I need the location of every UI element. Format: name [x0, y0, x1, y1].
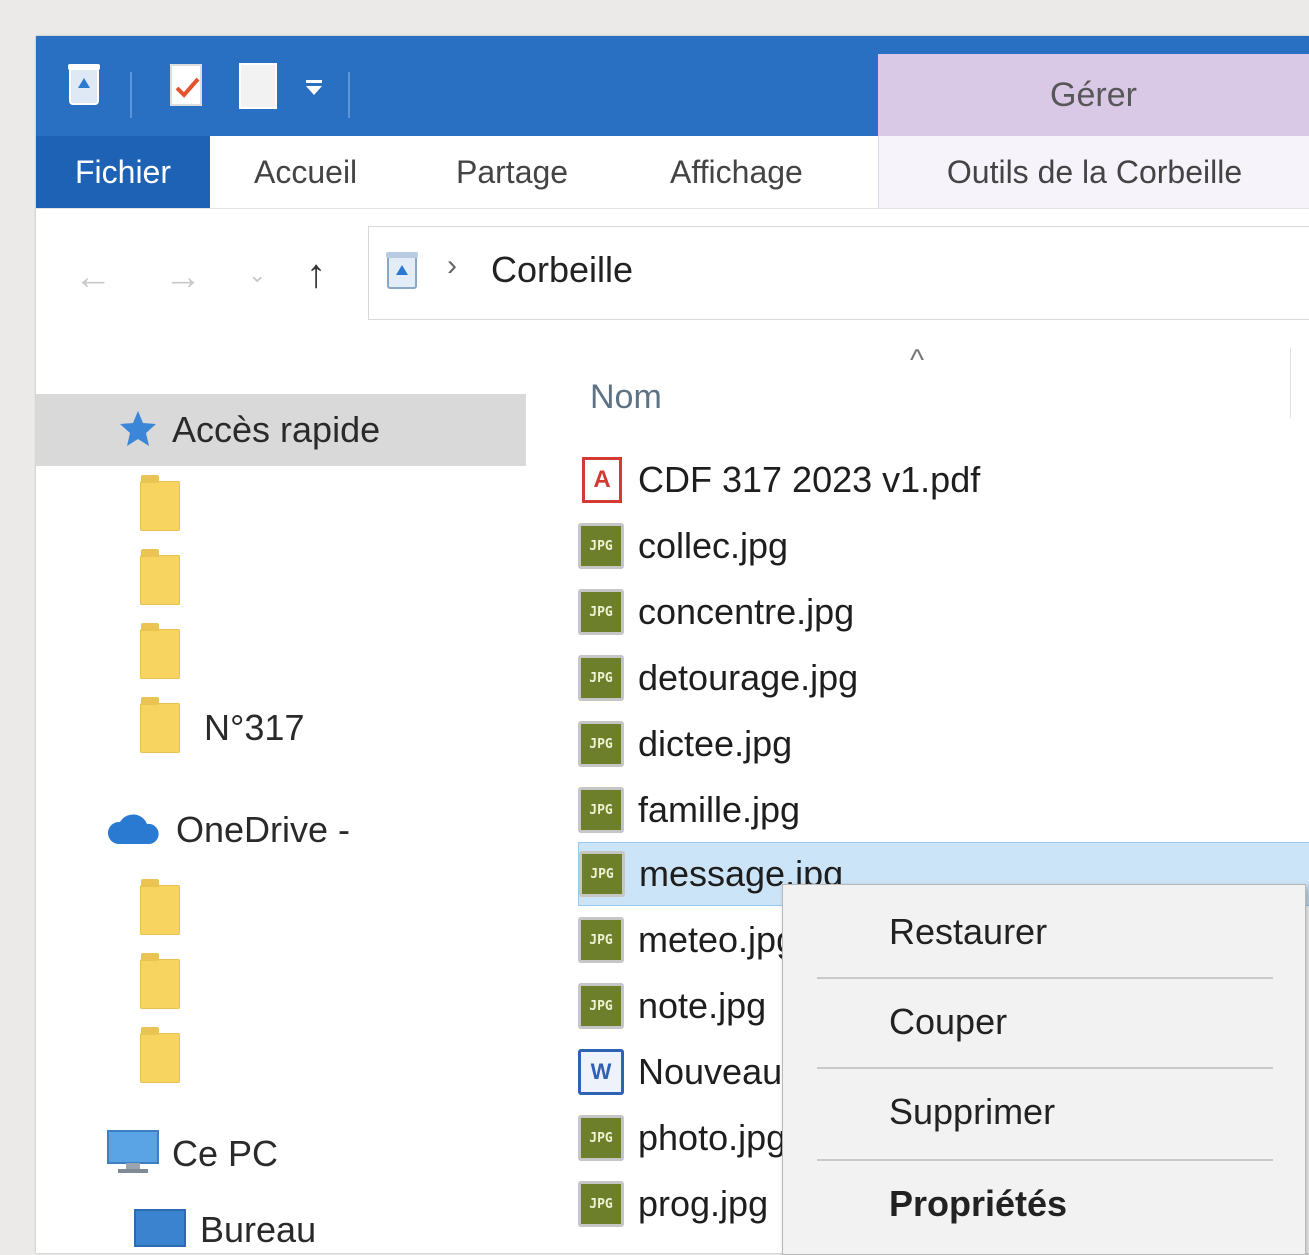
file-name: Nouveau [638, 1051, 783, 1092]
recycle-bin-icon [385, 251, 419, 296]
jpg-icon: JPG [578, 589, 624, 635]
sidebar-item-label: N°317 [204, 707, 305, 748]
forward-arrow-icon[interactable]: → [164, 256, 202, 299]
folder-icon [140, 623, 180, 679]
file-row[interactable]: JPG concentre.jpg [578, 580, 1309, 644]
menu-item-label: Restaurer [889, 911, 1048, 952]
jpg-icon: JPG [578, 983, 624, 1029]
jpg-icon: JPG [578, 721, 624, 767]
cloud-icon [106, 810, 162, 851]
sidebar-item-label: Ce PC [172, 1133, 279, 1174]
tab-affichage[interactable]: Affichage [670, 136, 803, 208]
breadcrumb-corbeille[interactable]: Corbeille [491, 249, 633, 291]
folder-icon [140, 475, 180, 531]
address-bar[interactable]: › Corbeille [368, 226, 1309, 320]
sidebar-item-label: Bureau [200, 1209, 317, 1250]
jpg-icon: JPG [578, 523, 624, 569]
breadcrumb-separator-icon: › [447, 249, 457, 282]
menu-item-restaurer[interactable]: Restaurer [783, 897, 1305, 967]
menu-separator [817, 977, 1273, 979]
file-name: photo.jpg [638, 1117, 787, 1158]
tab-recycle-bin-tools[interactable]: Outils de la Corbeille [878, 136, 1309, 208]
sidebar-item-desktop[interactable]: Bureau [36, 1194, 526, 1253]
sidebar-item-folder-n317[interactable]: N°317 [36, 692, 526, 764]
manage-tab[interactable]: Gérer [878, 54, 1309, 136]
back-arrow-icon[interactable]: ← [74, 256, 112, 299]
file-row[interactable]: JPG famille.jpg [578, 778, 1309, 842]
pdf-icon: A [582, 457, 622, 503]
folder-icon [140, 697, 180, 753]
file-name: collec.jpg [638, 525, 789, 566]
properties-icon[interactable] [168, 62, 206, 113]
file-row[interactable]: JPG detourage.jpg [578, 646, 1309, 710]
tab-accueil[interactable]: Accueil [254, 136, 357, 208]
jpg-icon: JPG [578, 655, 624, 701]
new-folder-icon[interactable] [238, 62, 278, 115]
sidebar-item-label: OneDrive - [176, 809, 351, 850]
file-name: famille.jpg [638, 789, 801, 830]
sidebar-item-onedrive[interactable]: OneDrive - [36, 794, 526, 866]
file-name: prog.jpg [638, 1183, 769, 1224]
menu-item-label: Propriétés [889, 1183, 1068, 1224]
file-row[interactable]: JPG dictee.jpg [578, 712, 1309, 776]
folder-icon [140, 1027, 180, 1083]
context-menu: Restaurer Couper Supprimer Propriétés [782, 884, 1306, 1255]
sidebar-item-folder[interactable] [36, 470, 526, 542]
file-name: dictee.jpg [638, 723, 793, 764]
folder-icon [140, 879, 180, 935]
tab-fichier[interactable]: Fichier [36, 136, 210, 208]
file-name: concentre.jpg [638, 591, 855, 632]
sidebar-item-folder[interactable] [36, 544, 526, 616]
menu-separator [817, 1067, 1273, 1069]
menu-item-supprimer[interactable]: Supprimer [783, 1077, 1305, 1147]
column-header-name[interactable]: Nom [590, 378, 662, 417]
up-arrow-icon[interactable]: ↑ [306, 252, 326, 297]
computer-icon [106, 1129, 160, 1180]
menu-item-label: Couper [889, 1001, 1008, 1042]
customize-dropdown-icon[interactable] [304, 80, 324, 101]
sidebar-item-quick-access[interactable]: Accès rapide [36, 394, 526, 466]
sidebar-item-folder[interactable] [36, 618, 526, 690]
recent-locations-chevron-icon[interactable]: ⌄ [248, 262, 266, 288]
jpg-icon: JPG [578, 787, 624, 833]
tab-partage[interactable]: Partage [456, 136, 568, 208]
navigation-pane: Accès rapide N°317 OneDrive - Ce PC Bure… [36, 318, 526, 1253]
desktop-icon [134, 1208, 186, 1252]
file-name: CDF 317 2023 v1.pdf [638, 459, 981, 500]
recycle-bin-icon[interactable] [66, 62, 102, 111]
file-name: note.jpg [638, 985, 767, 1026]
sidebar-item-folder[interactable] [36, 948, 526, 1020]
menu-separator [817, 1159, 1273, 1161]
jpg-icon: JPG [578, 1115, 624, 1161]
menu-item-couper[interactable]: Couper [783, 987, 1305, 1057]
jpg-icon: JPG [578, 917, 624, 963]
sidebar-item-label: Accès rapide [172, 409, 381, 450]
sort-ascending-icon: ^ [910, 344, 925, 377]
file-name: detourage.jpg [638, 657, 859, 698]
file-row[interactable]: A CDF 317 2023 v1.pdf [578, 448, 1309, 512]
jpg-icon: JPG [579, 851, 625, 897]
file-row[interactable]: JPG collec.jpg [578, 514, 1309, 578]
menu-item-label: Supprimer [889, 1091, 1056, 1132]
sidebar-item-this-pc[interactable]: Ce PC [36, 1118, 526, 1190]
menu-item-proprietes[interactable]: Propriétés [783, 1169, 1305, 1239]
folder-icon [140, 953, 180, 1009]
jpg-icon: JPG [578, 1181, 624, 1227]
sidebar-item-folder[interactable] [36, 1022, 526, 1094]
sidebar-item-folder[interactable] [36, 874, 526, 946]
folder-icon [140, 549, 180, 605]
file-name: meteo.jpg [638, 919, 797, 960]
toolbar-separator [130, 72, 132, 118]
star-icon [118, 409, 158, 452]
column-divider[interactable] [1290, 348, 1291, 418]
toolbar-separator [348, 72, 350, 118]
word-doc-icon: W [578, 1049, 624, 1095]
